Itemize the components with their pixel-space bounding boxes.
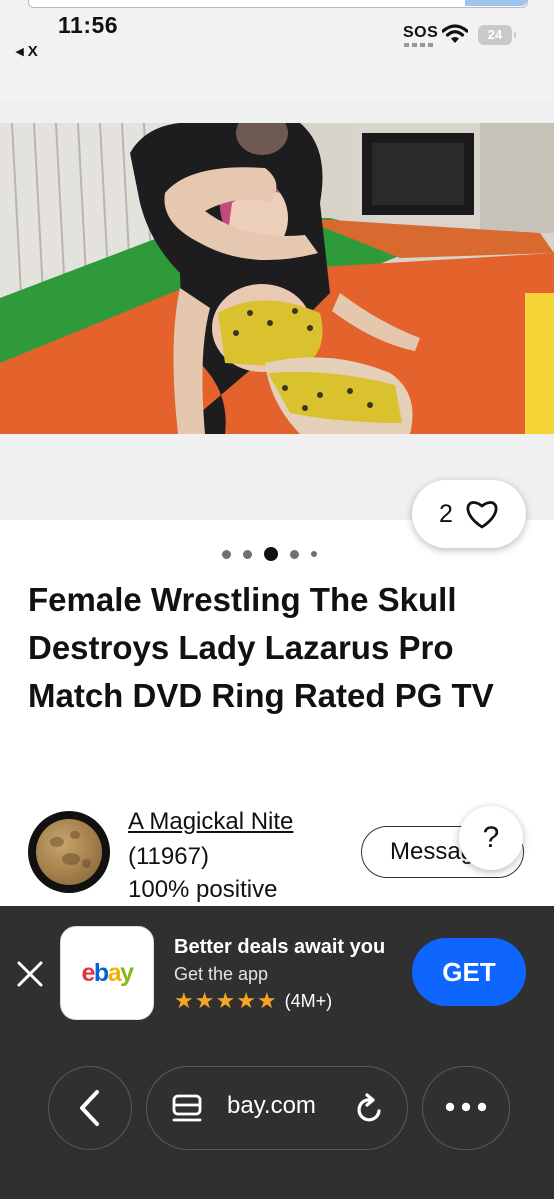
image-carousel[interactable] <box>0 100 554 520</box>
help-button[interactable]: ? <box>459 806 523 870</box>
moon-image <box>36 819 102 885</box>
close-icon[interactable] <box>14 958 46 990</box>
more-icon <box>445 1102 487 1112</box>
carousel-dot[interactable] <box>311 551 317 557</box>
back-to-app-link[interactable]: ◂ X <box>16 42 38 60</box>
carousel-dot[interactable] <box>243 549 252 559</box>
address-bar[interactable]: bay.com <box>146 1066 408 1150</box>
app-rating: ★ ★ ★ ★ ★ (4M+) <box>174 990 332 1012</box>
star-icon: ★ <box>236 988 256 1013</box>
carousel-dot[interactable] <box>222 549 231 559</box>
more-options-button[interactable] <box>422 1066 510 1150</box>
url-text: bay.com <box>227 1092 316 1119</box>
watch-button[interactable]: 2 <box>412 480 526 548</box>
product-photo[interactable] <box>0 123 554 434</box>
clock: 11:56 <box>58 12 119 38</box>
star-icon: ★ <box>174 988 194 1013</box>
wifi-icon <box>442 24 468 43</box>
previous-page-edge <box>28 0 528 8</box>
chevron-left-icon <box>80 1090 99 1126</box>
seller-positive-rating: 100% positive <box>128 876 278 903</box>
page-icon <box>172 1094 202 1122</box>
reload-icon[interactable] <box>353 1093 385 1125</box>
carousel-indicator[interactable] <box>222 547 317 561</box>
ebay-logo: ebay <box>81 958 135 987</box>
rating-count: (4M+) <box>284 990 333 1011</box>
carousel-dot-active[interactable] <box>264 547 278 561</box>
get-app-button[interactable]: GET <box>412 938 526 1006</box>
star-icon: ★ <box>215 988 236 1013</box>
seller-avatar[interactable] <box>28 811 110 893</box>
browser-back-button[interactable] <box>48 1066 132 1150</box>
banner-subtitle: Get the app <box>174 964 269 984</box>
carousel-dot[interactable] <box>290 549 299 559</box>
sos-indicator: SOS <box>403 24 439 41</box>
status-bar: 11:56 ◂ X SOS 24 <box>0 0 554 100</box>
banner-headline: Better deals await you <box>174 936 386 958</box>
app-install-banner: ebay Better deals await you Get the app … <box>0 906 554 1199</box>
battery-icon: 24 <box>478 25 516 45</box>
listing-title: Female Wrestling The Skull Destroys Lady… <box>28 581 494 714</box>
seller-name-link[interactable]: A Magickal Nite <box>128 808 293 836</box>
signal-dots <box>404 43 434 47</box>
heart-icon <box>466 501 498 529</box>
ebay-app-icon: ebay <box>60 926 154 1020</box>
watch-count: 2 <box>439 499 453 528</box>
star-icon: ★ <box>194 988 215 1013</box>
seller-feedback-score: (11967) <box>128 843 209 870</box>
star-icon: ★ <box>256 988 277 1013</box>
